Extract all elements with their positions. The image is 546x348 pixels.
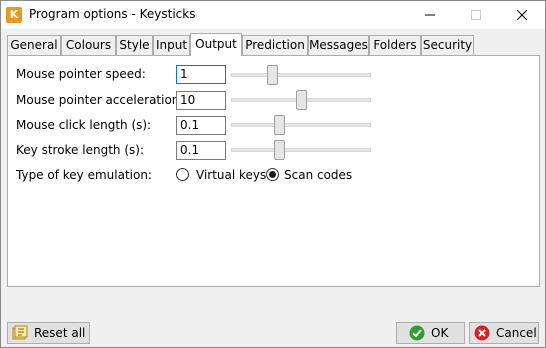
tab-general[interactable]: General (7, 35, 61, 55)
ok-label: OK (431, 326, 449, 340)
output-panel: Mouse pointer speed: 1 Mouse pointer acc… (7, 55, 540, 287)
click-length-label: Mouse click length (s): (16, 118, 152, 132)
scan-codes-label[interactable]: Scan codes (284, 168, 352, 182)
cancel-button[interactable]: Cancel (469, 322, 539, 344)
minimize-button[interactable] (407, 1, 453, 29)
ok-check-icon (409, 325, 425, 341)
tab-style[interactable]: Style (116, 35, 153, 55)
tab-security[interactable]: Security (421, 35, 474, 55)
key-length-slider[interactable] (231, 140, 371, 160)
slider-track (231, 123, 371, 127)
pointer-accel-slider[interactable] (231, 90, 371, 110)
tab-prediction[interactable]: Prediction (242, 35, 308, 55)
close-window-button[interactable] (499, 1, 545, 29)
cancel-x-icon (474, 325, 490, 341)
reset-icon (12, 325, 28, 340)
key-length-input[interactable]: 0.1 (176, 141, 226, 160)
click-length-input[interactable]: 0.1 (176, 116, 226, 135)
slider-thumb[interactable] (274, 115, 285, 135)
virtual-keys-radio[interactable] (176, 168, 189, 181)
scan-codes-radio[interactable] (266, 168, 279, 181)
slider-thumb[interactable] (267, 65, 278, 85)
minimize-icon (425, 14, 435, 16)
maximize-icon (471, 10, 481, 20)
tab-messages[interactable]: Messages (308, 35, 369, 55)
emulation-label: Type of key emulation: (16, 168, 152, 182)
slider-thumb[interactable] (296, 90, 307, 110)
virtual-keys-label[interactable]: Virtual keys (196, 168, 266, 182)
pointer-speed-input[interactable]: 1 (176, 65, 226, 84)
tab-output[interactable]: Output (190, 33, 242, 56)
key-length-label: Key stroke length (s): (16, 143, 144, 157)
click-length-slider[interactable] (231, 115, 371, 135)
slider-track (231, 148, 371, 152)
pointer-accel-label: Mouse pointer acceleration: (16, 93, 184, 107)
maximize-button[interactable] (453, 1, 499, 29)
close-icon (517, 10, 527, 20)
tab-input[interactable]: Input (153, 35, 190, 55)
ok-button[interactable]: OK (396, 322, 465, 344)
slider-track (231, 73, 371, 77)
window-title: Program options - Keysticks (29, 7, 196, 21)
pointer-speed-label: Mouse pointer speed: (16, 67, 146, 81)
tab-colours[interactable]: Colours (61, 35, 116, 55)
pointer-accel-input[interactable]: 10 (176, 91, 226, 110)
reset-all-label: Reset all (34, 326, 86, 340)
cancel-label: Cancel (496, 326, 537, 340)
options-window: K Program options - Keysticks General Co… (0, 0, 546, 348)
keysticks-app-icon: K (6, 7, 22, 23)
reset-all-button[interactable]: Reset all (7, 322, 90, 344)
title-bar[interactable]: K Program options - Keysticks (1, 1, 545, 29)
pointer-speed-slider[interactable] (231, 65, 371, 85)
slider-thumb[interactable] (274, 140, 285, 160)
tab-folders[interactable]: Folders (369, 35, 421, 55)
